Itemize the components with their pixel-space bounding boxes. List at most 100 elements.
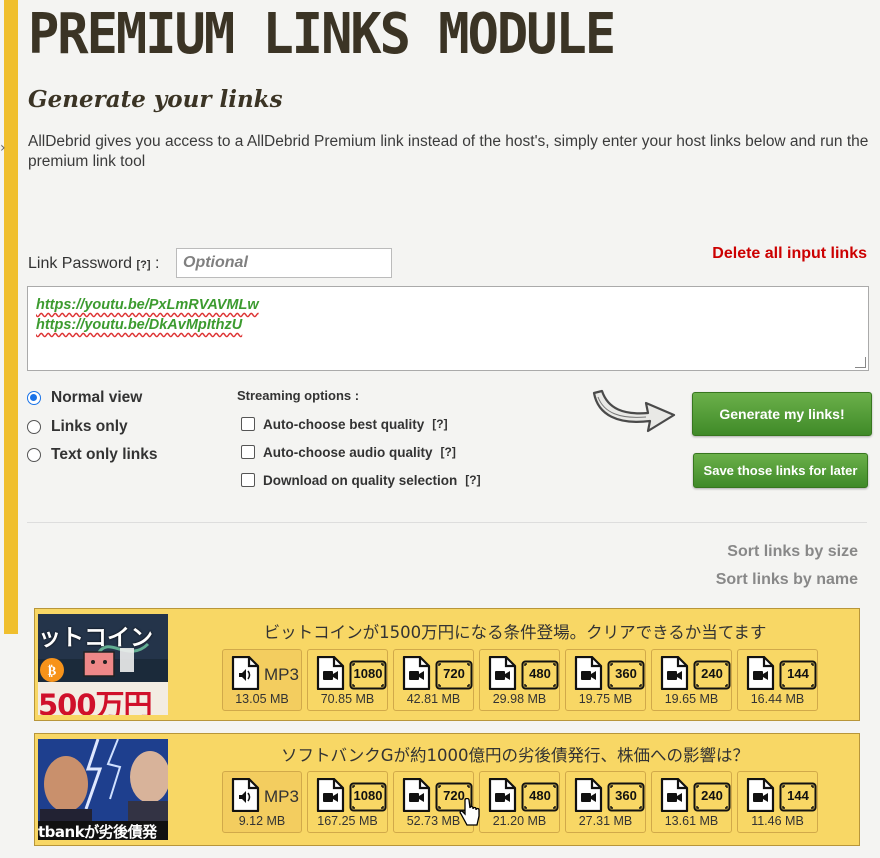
help-link[interactable]: [?] [432,417,447,431]
format-icons: 480 [487,655,559,694]
view-option-label: Text only links [51,446,158,464]
format-list: MP3 13.05 MB 1080 70.85 MB 720 42.81 MB 480 29.… [222,649,823,711]
result-card: tbankが劣後債発 ソフトバンクGが約1000億円の劣後債発行、株価への影響は… [34,733,860,846]
format-360-button[interactable]: 360 27.31 MB [565,771,646,833]
video-file-icon [487,655,517,694]
format-icons: 240 [659,655,731,694]
help-link[interactable]: [?] [441,445,456,459]
resize-handle-icon[interactable] [855,357,866,368]
quality-badge-icon: 480 [521,660,559,690]
format-icons: 240 [659,777,731,816]
format-label: 480 [529,666,551,681]
format-label: 720 [443,666,465,681]
format-list: MP3 9.12 MB 1080 167.25 MB 720 52.73 MB 480 21.… [222,771,823,833]
format-icons: MP3 [230,655,299,694]
format-240-button[interactable]: 240 19.65 MB [651,649,732,711]
quality-badge-icon: 360 [607,660,645,690]
generate-links-button[interactable]: Generate my links! [692,392,872,436]
format-size: 13.61 MB [664,814,719,828]
format-label: 144 [787,666,809,681]
format-1080-button[interactable]: 1080 70.85 MB [307,649,388,711]
radio-selected-icon[interactable] [27,391,41,406]
format-size: 27.31 MB [578,814,633,828]
format-icons: MP3 [230,777,299,816]
video-file-icon [573,777,603,816]
hand-pointer-cursor-icon [459,798,480,826]
sort-by-size-link[interactable]: Sort links by size [727,543,858,561]
video-file-icon [315,777,345,816]
password-label-colon: : [155,255,160,272]
format-label: MP3 [264,787,299,806]
format-mp3-button[interactable]: MP3 13.05 MB [222,649,302,711]
format-label: 480 [529,788,551,803]
format-label: MP3 [264,665,299,684]
video-title: ビットコインが1500万円になる条件登場。クリアできるか当てます [263,623,767,642]
quality-badge-icon: 720 [435,660,473,690]
thumbnail-caption-text: 500万円 [38,688,153,715]
video-file-icon [487,777,517,816]
page-title: PREMIUM LINKS MODULE [28,2,616,67]
format-label: 360 [615,666,637,681]
format-480-button[interactable]: 480 21.20 MB [479,771,560,833]
format-1080-button[interactable]: 1080 167.25 MB [307,771,388,833]
download-on-selection-option[interactable]: Download on quality selection [?] [241,466,481,494]
password-help-link[interactable]: [?] [137,259,151,271]
format-size: 9.12 MB [238,814,286,828]
checkbox-icon[interactable] [241,445,255,459]
auto-audio-quality-option[interactable]: Auto-choose audio quality [?] [241,438,481,466]
auto-best-quality-option[interactable]: Auto-choose best quality [?] [241,410,481,438]
view-links-only-option[interactable]: Links only [27,413,158,442]
video-thumbnail: ₿ ットコイン 500万円 [38,614,168,715]
thumbnail-top-text: ットコイン [38,625,153,651]
format-360-button[interactable]: 360 19.75 MB [565,649,646,711]
format-size: 42.81 MB [406,692,461,706]
format-mp3-button[interactable]: MP3 9.12 MB [222,771,302,833]
save-links-button[interactable]: Save those links for later [693,453,868,488]
format-icons: 1080 [315,777,387,816]
quality-badge-icon: 1080 [349,782,387,812]
link-line: https://youtu.be/DkAvMpIthzU [36,317,243,333]
format-size: 19.65 MB [664,692,719,706]
format-label: 240 [701,666,723,681]
password-label-text: Link Password [28,255,133,272]
checkbox-icon[interactable] [241,417,255,431]
quality-badge-icon: 240 [693,660,731,690]
format-144-button[interactable]: 144 11.46 MB [737,771,818,833]
video-file-icon [659,777,689,816]
quality-badge-icon: 480 [521,782,559,812]
view-text-only-option[interactable]: Text only links [27,441,158,470]
format-label: 1080 [353,666,383,681]
format-144-button[interactable]: 144 16.44 MB [737,649,818,711]
audio-file-icon [230,777,260,816]
view-normal-option[interactable]: Normal view [27,384,158,413]
delete-all-links-button[interactable]: Delete all input links [712,245,867,263]
quality-badge-icon: 144 [779,782,817,812]
quality-badge-icon: 360 [607,782,645,812]
password-input[interactable] [176,248,392,278]
format-size: 11.46 MB [751,814,804,828]
format-icons: 480 [487,777,559,816]
checkbox-icon[interactable] [241,473,255,487]
format-icons: 1080 [315,655,387,694]
hand-drawn-arrow-icon [592,389,676,433]
format-720-button[interactable]: 720 42.81 MB [393,649,474,711]
video-file-icon [745,777,775,816]
links-textarea[interactable]: https://youtu.be/PxLmRVAVMLw https://you… [27,286,869,371]
option-label: Download on quality selection [263,472,458,488]
option-label: Auto-choose best quality [263,416,425,432]
radio-icon[interactable] [27,448,41,463]
view-option-label: Links only [51,417,128,435]
video-thumbnail: tbankが劣後債発 [38,739,168,840]
radio-icon[interactable] [27,419,41,434]
collapse-chevron-icon[interactable]: › [0,140,6,156]
format-240-button[interactable]: 240 13.61 MB [651,771,732,833]
view-option-label: Normal view [51,389,143,407]
sort-by-name-link[interactable]: Sort links by name [716,571,858,589]
video-file-icon [315,655,345,694]
help-link[interactable]: [?] [465,473,480,487]
video-file-icon [659,655,689,694]
format-480-button[interactable]: 480 29.98 MB [479,649,560,711]
audio-file-icon [230,655,260,694]
section-subtitle: Generate your links [28,86,283,113]
module-description: AllDebrid gives you access to a AllDebri… [28,133,869,170]
